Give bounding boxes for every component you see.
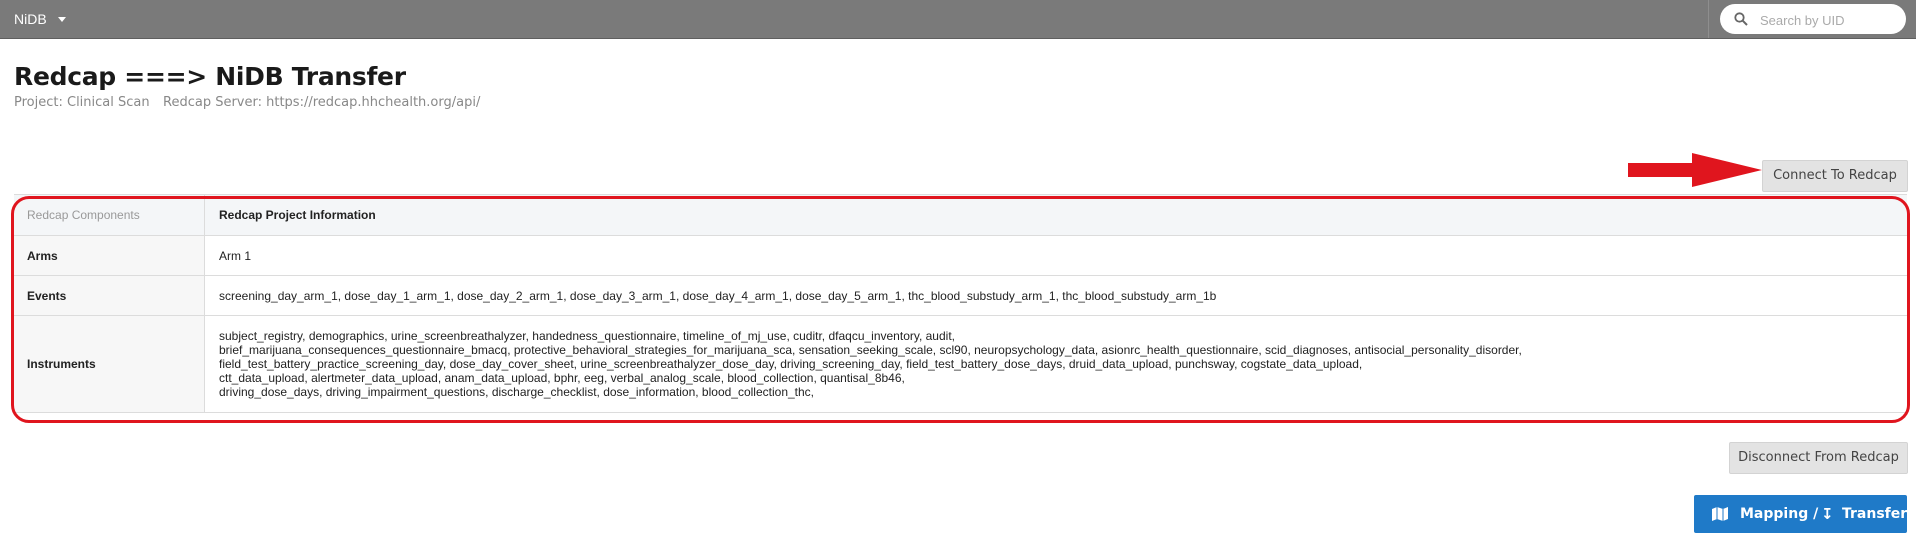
events-label: Events — [14, 275, 205, 316]
instruments-line: ctt_data_upload, alertmeter_data_upload,… — [219, 371, 905, 385]
transfer-label: Transfer — [1842, 506, 1908, 522]
search-box[interactable] — [1720, 4, 1906, 34]
connect-to-redcap-button[interactable]: Connect To Redcap — [1762, 160, 1908, 192]
page-title: Redcap ===> NiDB Transfer — [14, 62, 406, 91]
redcap-info-table: Redcap Components Redcap Project Informa… — [14, 194, 1907, 413]
table-header-row: Redcap Components Redcap Project Informa… — [14, 194, 1907, 236]
map-icon — [1712, 507, 1728, 521]
instruments-line: field_test_battery_practice_screening_da… — [219, 357, 1363, 371]
download-arrow-icon: ↧ — [1821, 505, 1834, 523]
table-row-arms: Arms Arm 1 — [14, 235, 1907, 276]
instruments-line: subject_registry, demographics, urine_sc… — [219, 329, 955, 343]
mapping-transfer-button[interactable]: Mapping / ↧ Transfer — [1694, 495, 1907, 533]
mapping-label: Mapping / — [1740, 506, 1819, 522]
header-project-info: Redcap Project Information — [204, 194, 1907, 236]
instruments-value: subject_registry, demographics, urine_sc… — [204, 315, 1907, 413]
arms-label: Arms — [14, 235, 205, 276]
search-input[interactable] — [1758, 9, 1902, 31]
redcap-server: Redcap Server: https://redcap.hhchealth.… — [163, 95, 481, 110]
navbar-divider — [1708, 0, 1709, 38]
brand-menu[interactable]: NiDB — [14, 11, 47, 27]
instruments-line: driving_dose_days, driving_impairment_qu… — [219, 385, 815, 399]
project-name: Project: Clinical Scan — [14, 95, 150, 110]
table-row-instruments: Instruments subject_registry, demographi… — [14, 315, 1907, 413]
search-icon — [1734, 12, 1748, 26]
instruments-label: Instruments — [14, 315, 205, 413]
events-value: screening_day_arm_1, dose_day_1_arm_1, d… — [204, 275, 1907, 316]
top-navbar: NiDB — [0, 0, 1916, 39]
disconnect-from-redcap-button[interactable]: Disconnect From Redcap — [1729, 442, 1908, 474]
arms-value: Arm 1 — [204, 235, 1907, 276]
table-row-events: Events screening_day_arm_1, dose_day_1_a… — [14, 275, 1907, 316]
instruments-line: brief_marijuana_consequences_questionnai… — [219, 343, 1522, 357]
chevron-down-icon[interactable] — [58, 17, 66, 22]
annotation-arrow-icon — [1628, 153, 1762, 187]
header-components: Redcap Components — [14, 194, 205, 236]
